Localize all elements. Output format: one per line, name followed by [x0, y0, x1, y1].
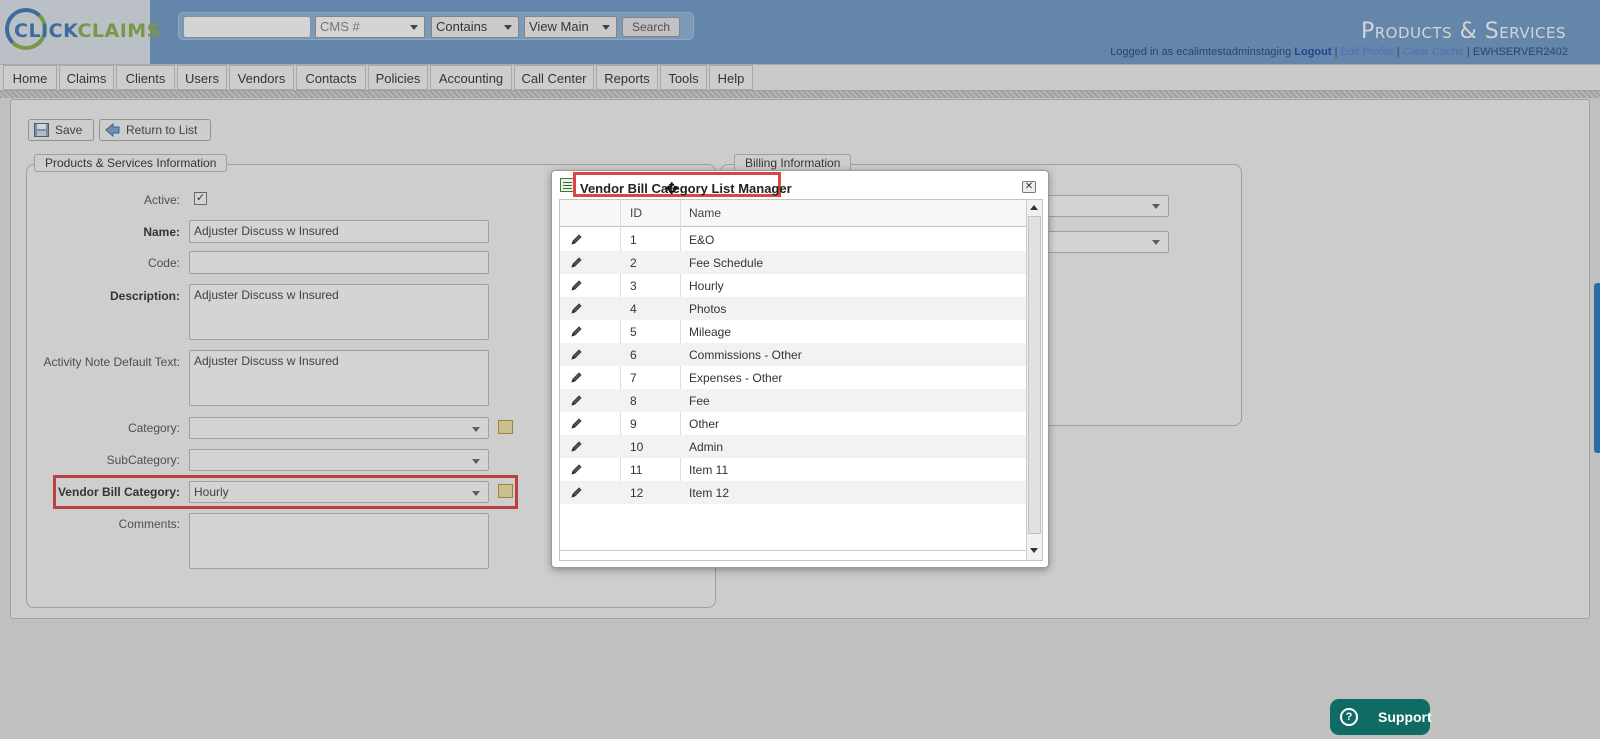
row-name: Fee — [689, 394, 710, 408]
pencil-icon[interactable] — [570, 417, 583, 430]
row-id: 3 — [630, 279, 637, 293]
pencil-icon[interactable] — [570, 279, 583, 292]
close-button[interactable]: ✕ — [1022, 181, 1036, 193]
row-id: 5 — [630, 325, 637, 339]
row-name: Item 11 — [689, 463, 729, 477]
pencil-icon[interactable] — [570, 325, 583, 338]
row-id: 2 — [630, 256, 637, 270]
scroll-up-icon[interactable] — [1030, 205, 1038, 210]
pencil-icon[interactable] — [570, 486, 583, 499]
table-row[interactable]: 10 Admin — [560, 435, 1026, 458]
row-id: 6 — [630, 348, 637, 362]
scroll-thumb[interactable] — [1028, 216, 1041, 534]
column-header-id[interactable]: ID — [630, 206, 642, 220]
row-id: 12 — [630, 486, 644, 500]
table-row[interactable]: 5 Mileage — [560, 320, 1026, 343]
row-name: E&O — [689, 233, 715, 247]
column-header-name[interactable]: Name — [689, 206, 721, 220]
row-id: 8 — [630, 394, 637, 408]
row-name: Commissions - Other — [689, 348, 802, 362]
table-row[interactable]: 7 Expenses - Other — [560, 366, 1026, 389]
row-name: Item 12 — [689, 486, 730, 500]
row-id: 4 — [630, 302, 637, 316]
grid-footer-line — [560, 550, 1026, 551]
scroll-down-icon[interactable] — [1030, 548, 1038, 553]
vertical-scrollbar[interactable] — [1026, 200, 1042, 560]
row-name: Hourly — [689, 279, 724, 293]
row-id: 7 — [630, 371, 637, 385]
row-id: 1 — [630, 233, 637, 247]
row-name: Expenses - Other — [689, 371, 783, 385]
pencil-icon[interactable] — [570, 463, 583, 476]
side-tab[interactable] — [1594, 283, 1600, 453]
row-id: 9 — [630, 417, 637, 431]
table-row[interactable]: 8 Fee — [560, 389, 1026, 412]
table-row[interactable]: 12 Item 12 — [560, 481, 1026, 504]
pencil-icon[interactable] — [570, 348, 583, 361]
pencil-icon[interactable] — [570, 233, 583, 246]
help-icon: ? — [1340, 708, 1358, 726]
support-label: Support — [1378, 709, 1432, 725]
category-grid: ID Name 1 E&O 2 Fee Schedule 3 Hourly 4 Photos 5… — [559, 199, 1043, 561]
pencil-icon[interactable] — [570, 394, 583, 407]
pencil-icon[interactable] — [570, 371, 583, 384]
table-row[interactable]: 4 Photos — [560, 297, 1026, 320]
row-id: 10 — [630, 440, 644, 454]
list-manager-dialog: Vendor Bill Category List Manager ✥ ✕ ID… — [551, 170, 1049, 568]
table-row[interactable]: 6 Commissions - Other — [560, 343, 1026, 366]
pencil-icon[interactable] — [570, 440, 583, 453]
row-name: Fee Schedule — [689, 256, 764, 270]
row-name: Other — [689, 417, 720, 431]
row-id: 11 — [630, 463, 643, 477]
support-button[interactable]: ? Support — [1330, 699, 1432, 735]
row-name: Admin — [689, 440, 724, 454]
dialog-title: Vendor Bill Category List Manager — [580, 181, 792, 196]
table-row[interactable]: 3 Hourly — [560, 274, 1026, 297]
move-cursor-icon: ✥ — [665, 181, 679, 198]
table-row[interactable]: 9 Other — [560, 412, 1026, 435]
row-name: Photos — [689, 302, 727, 316]
pencil-icon[interactable] — [570, 302, 583, 315]
row-name: Mileage — [689, 325, 732, 339]
grid-header: ID Name — [560, 200, 1026, 227]
table-row[interactable]: 2 Fee Schedule — [560, 251, 1026, 274]
table-row[interactable]: 11 Item 11 — [560, 458, 1026, 481]
table-row[interactable]: 1 E&O — [560, 228, 1026, 251]
pencil-icon[interactable] — [570, 256, 583, 269]
